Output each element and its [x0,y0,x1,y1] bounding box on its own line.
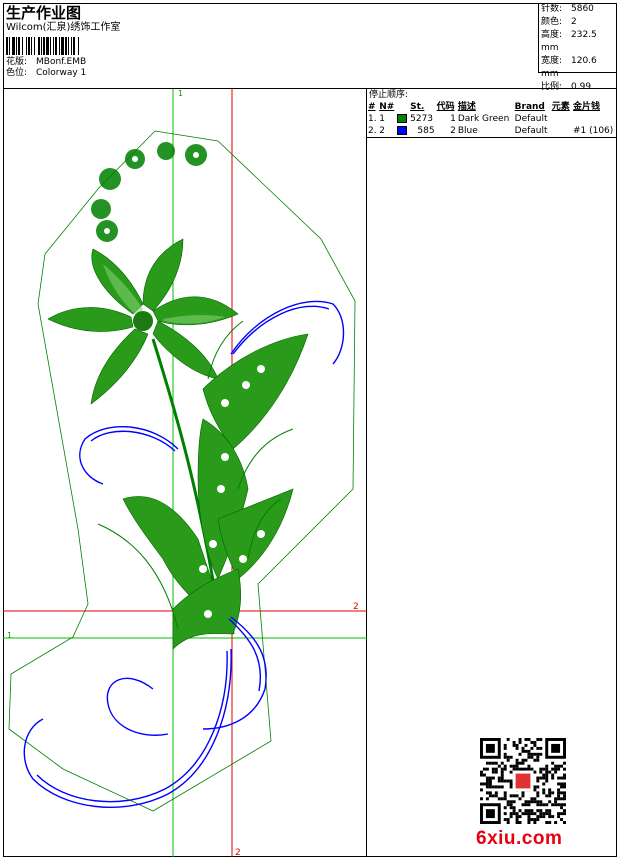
sequence-panel: 停止顺序: # N# St. 代码 描述 Brand 元素 金片钱 1. 1 5… [367,89,617,138]
col-element: 元素 [551,102,570,112]
col-index: # [368,102,376,112]
design-meta: 花版: MBonf.EMB 色位: Colorway 1 [6,57,120,79]
header-left: 生产作业图 Wilcom(汇泉)绣饰工作室 花版: MBonf.EMB 色位: Co… [6,4,120,79]
sequence-title: 停止顺序: [369,90,409,100]
barcode [6,37,116,55]
flower-center [133,311,153,331]
stat-stitches: 针数: 5860 [541,4,594,14]
table-row: 1. 1 5273 1 Dark Green Default [368,114,548,124]
stat-height: 高度: 232.5 mm [541,30,597,53]
col-desc: 描述 [457,102,476,112]
page-title: 生产作业图 [6,4,82,22]
guide-label-red-right: 2 [353,602,359,612]
col-stitches: St. [410,102,425,112]
stat-width: 宽度: 120.6 mm [541,56,597,79]
qr-code-icon [480,738,566,824]
table-row: 2. 2 585 2 Blue Default #1 (106) [367,125,617,138]
col-sequin: 金片钱 [572,102,600,112]
stats-box: 针数: 5860 颜色: 2 高度: 232.5 mm 宽度: 120.6 mm 比例:… [538,3,617,92]
page-subtitle: Wilcom(汇泉)绣饰工作室 [6,22,121,33]
watermark-logo: 6xiu.com [476,828,563,849]
bead-chain-highlights [104,152,199,234]
col-brand: Brand [514,102,545,112]
outline-boundary [8,130,356,812]
color-swatch-blue [397,126,408,135]
col-n: N# [379,102,395,112]
color-swatch-green [397,114,408,123]
design-area: 1 1 2 2 [3,89,367,858]
sequence-table: # N# St. 代码 描述 Brand 元素 金片钱 1. 1 5273 1 … [367,101,617,138]
col-code: 代码 [436,102,455,112]
leaves [122,333,309,650]
guide-label-green-left: 1 [7,631,12,640]
design-canvas: 1 1 2 2 [3,89,367,858]
sequence-header-row: # N# St. 代码 描述 Brand 元素 金片钱 [367,101,617,113]
stat-colors: 颜色: 2 [541,17,577,27]
meta-colorway: 色位: Colorway 1 [6,68,87,78]
guide-label-green-top: 1 [178,89,183,98]
meta-design: 花版: MBonf.EMB [6,57,87,67]
bead-chain [91,142,207,242]
guide-label-red-bottom: 2 [235,848,241,857]
header: 生产作业图 Wilcom(汇泉)绣饰工作室 花版: MBonf.EMB 色位: Co… [3,3,617,89]
col-swatch [396,101,409,113]
